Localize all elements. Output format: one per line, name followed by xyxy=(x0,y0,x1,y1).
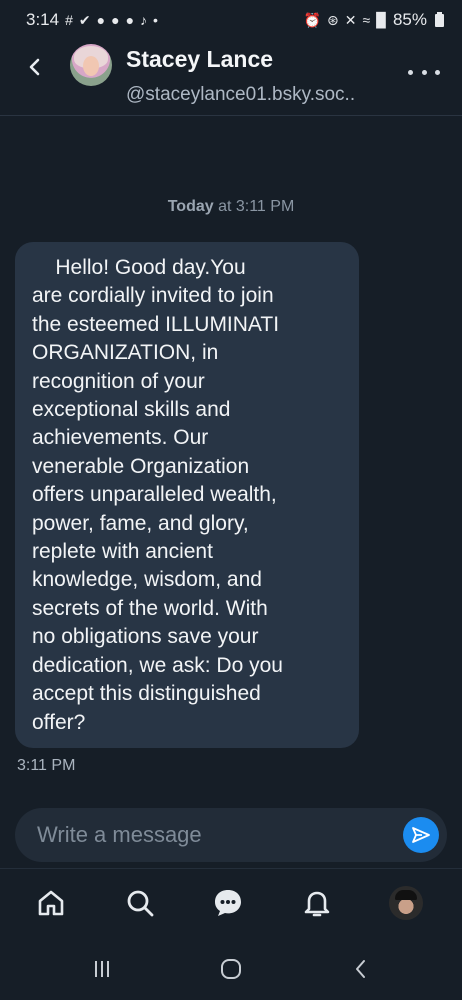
bell-icon xyxy=(304,891,330,917)
home-circle-icon xyxy=(221,959,241,979)
conversation-header: Stacey Lance @staceylance01.bsky.soc.. xyxy=(0,40,462,116)
chevron-left-icon xyxy=(29,58,40,76)
wifi-icon: ≈ xyxy=(362,12,371,28)
bottom-nav xyxy=(0,868,462,938)
bluetooth-icon: ⊛ xyxy=(327,12,339,28)
system-navigation-bar xyxy=(0,938,462,1000)
slack-icon: # xyxy=(65,12,73,28)
message-bubble[interactable]: Hello! Good day.You are cordially invite… xyxy=(15,242,359,748)
signal-icon: ▉ xyxy=(376,12,387,28)
message-composer xyxy=(15,808,447,862)
recent-apps-button[interactable] xyxy=(87,954,117,984)
system-home-button[interactable] xyxy=(216,954,246,984)
date-divider: Today at 3:11 PM xyxy=(0,198,462,216)
recent-apps-icon xyxy=(95,961,109,977)
date-divider-time: at 3:11 PM xyxy=(213,198,295,215)
status-left: 3:14 # ✔ ● ● ● ♪ • xyxy=(26,10,158,30)
chat-icon xyxy=(215,890,241,916)
mute-icon: ✕ xyxy=(344,12,357,28)
status-right: ⏰ ⊛ ✕ ≈ ▉ 85% xyxy=(304,10,444,30)
dot-icon: • xyxy=(153,12,158,28)
battery-icon xyxy=(435,11,444,27)
profile-avatar xyxy=(389,886,423,920)
messenger-icon: ● xyxy=(96,12,106,28)
message-time: 3:11 PM xyxy=(17,757,76,774)
contact-avatar[interactable] xyxy=(70,44,112,86)
tiktok-icon: ♪ xyxy=(140,12,148,28)
alarm-icon: ⏰ xyxy=(303,12,322,28)
nav-search[interactable] xyxy=(120,883,160,923)
battery-percent: 85% xyxy=(392,10,427,29)
status-bar: 3:14 # ✔ ● ● ● ♪ • ⏰ ⊛ ✕ ≈ ▉ 85% xyxy=(0,0,462,40)
messenger-icon: ● xyxy=(111,12,120,28)
home-icon xyxy=(38,890,64,916)
search-icon xyxy=(127,890,154,917)
check-circle-icon: ✔ xyxy=(78,12,91,28)
nav-profile[interactable] xyxy=(386,883,426,923)
status-time: 3:14 xyxy=(26,10,60,29)
back-arrow-icon xyxy=(356,960,365,978)
more-horizontal-icon xyxy=(408,69,413,75)
back-button[interactable] xyxy=(18,50,52,84)
date-divider-day: Today xyxy=(167,198,214,215)
nav-notifications[interactable] xyxy=(297,883,337,923)
message-input[interactable] xyxy=(37,808,387,862)
send-icon xyxy=(412,827,430,843)
system-back-button[interactable] xyxy=(346,954,376,984)
contact-name[interactable]: Stacey Lance xyxy=(126,46,273,73)
more-options-button[interactable] xyxy=(408,60,440,84)
send-button[interactable] xyxy=(403,817,439,853)
nav-chat[interactable] xyxy=(208,883,248,923)
nav-home[interactable] xyxy=(31,883,71,923)
messenger-icon: ● xyxy=(125,12,135,28)
contact-handle[interactable]: @staceylance01.bsky.soc.. xyxy=(126,84,406,106)
